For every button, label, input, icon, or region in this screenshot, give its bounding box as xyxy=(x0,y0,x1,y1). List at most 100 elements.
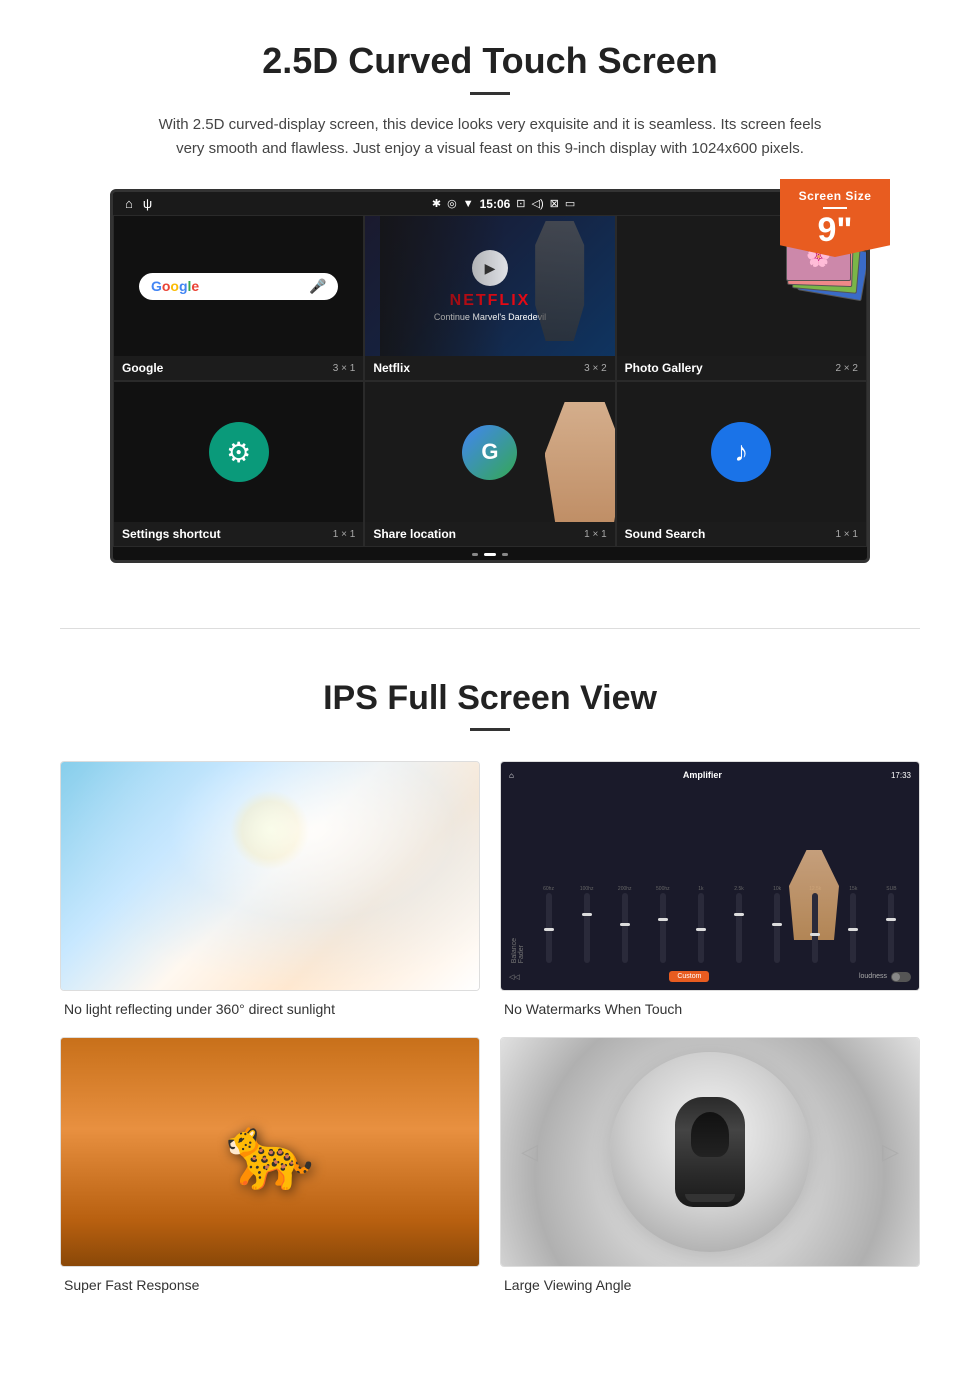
eq-handle-500 xyxy=(658,918,668,921)
title-underline xyxy=(470,92,510,95)
device-mockup: Screen Size 9" ⌂ ψ ✱ ◎ ▼ 15:06 ⊡ ◁) ⊠ xyxy=(110,189,870,563)
settings-app-size: 1 × 1 xyxy=(333,529,356,540)
large-angle-caption: Large Viewing Angle xyxy=(500,1277,920,1293)
sound-app-name: Sound Search xyxy=(625,527,706,541)
eq-freq-label-100: 100hz xyxy=(580,886,594,892)
sound-label-row: Sound Search 1 × 1 xyxy=(617,522,866,546)
eq-slider-2k5: 2.5k xyxy=(721,886,756,963)
section-divider xyxy=(60,628,920,629)
netflix-bg: ▶ NETFLIX Continue Marvel's Daredevil xyxy=(365,216,614,356)
no-light-caption: No light reflecting under 360° direct su… xyxy=(60,1001,480,1017)
eq-track-1k xyxy=(698,893,704,963)
google-search-bar[interactable]: Google 🎤 xyxy=(139,273,338,300)
eq-handle-10k xyxy=(772,923,782,926)
maps-app-name: Share location xyxy=(373,527,456,541)
loudness-label: loudness xyxy=(859,973,887,980)
maps-app-size: 1 × 1 xyxy=(584,529,607,540)
feature-grid: No light reflecting under 360° direct su… xyxy=(60,761,920,1293)
sound-app-size: 1 × 1 xyxy=(835,529,858,540)
eq-slider-1k: 1k xyxy=(683,886,718,963)
balance-label: BalanceFader xyxy=(511,938,525,963)
eq-sliders: 60hz 100hz xyxy=(531,886,909,963)
eq-slider-100hz: 100hz xyxy=(569,886,604,963)
ips-title-underline xyxy=(470,728,510,731)
feature-no-light: No light reflecting under 360° direct su… xyxy=(60,761,480,1017)
daredevil-figure xyxy=(525,221,595,341)
cheetah-emoji: 🐆 xyxy=(225,1110,315,1195)
eq-handle-100 xyxy=(582,913,592,916)
eq-freq-label-200: 200hz xyxy=(618,886,632,892)
car-roof xyxy=(691,1112,729,1157)
google-app-size: 3 × 1 xyxy=(333,363,356,374)
location-icon: ◎ xyxy=(447,197,457,210)
x-icon: ⊠ xyxy=(550,197,559,210)
eq-track-2k5 xyxy=(736,893,742,963)
eq-track-15k xyxy=(850,893,856,963)
eq-slider-sub: SUB xyxy=(874,886,909,963)
eq-slider-10k: 10k xyxy=(760,886,795,963)
car-visual: ◁ ▷ xyxy=(501,1038,919,1266)
eq-track-500 xyxy=(660,893,666,963)
photo-gallery-app-name: Photo Gallery xyxy=(625,361,703,375)
badge-size: 9" xyxy=(788,213,882,247)
usb-icon: ψ xyxy=(143,196,152,211)
eq-handle-sub xyxy=(886,918,896,921)
sound-app-cell[interactable]: ♪ Sound Search 1 × 1 xyxy=(616,381,867,547)
eq-freq-label-1k: 1k xyxy=(698,886,703,892)
photo-gallery-app-size: 2 × 2 xyxy=(835,363,858,374)
amp-bottom: ◁◁ Custom loudness xyxy=(509,971,911,982)
section1-title: 2.5D Curved Touch Screen xyxy=(60,40,920,82)
settings-app-content: ⚙ xyxy=(114,382,363,522)
netflix-label-row: Netflix 3 × 2 xyxy=(365,356,614,380)
eq-slider-60hz: 60hz xyxy=(531,886,566,963)
eq-handle-12k5 xyxy=(810,933,820,936)
sound-app-content: ♪ xyxy=(617,382,866,522)
netflix-silhouette xyxy=(380,216,505,356)
badge-label: Screen Size xyxy=(788,189,882,203)
wifi-icon: ▼ xyxy=(463,198,474,210)
eq-freq-label-2k5: 2.5k xyxy=(734,886,743,892)
photo-gallery-label-row: Photo Gallery 2 × 2 xyxy=(617,356,866,380)
eq-freq-label-60: 60hz xyxy=(543,886,554,892)
dot-3 xyxy=(502,553,508,556)
eq-track-200 xyxy=(622,893,628,963)
maps-app-cell[interactable]: G Share location 1 × 1 xyxy=(364,381,615,547)
settings-app-cell[interactable]: ⚙ Settings shortcut 1 × 1 xyxy=(113,381,364,547)
eq-slider-15k: 15k xyxy=(836,886,871,963)
car-trunk xyxy=(685,1194,735,1202)
ips-section: IPS Full Screen View No light reflecting… xyxy=(0,659,980,1333)
eq-handle-1k xyxy=(696,928,706,931)
status-center: ✱ ◎ ▼ 15:06 ⊡ ◁) ⊠ ▭ xyxy=(432,197,575,211)
camera-icon: ⊡ xyxy=(516,197,525,210)
curved-section: 2.5D Curved Touch Screen With 2.5D curve… xyxy=(0,0,980,598)
amplifier-visual: ⌂ Amplifier 17:33 BalanceFader 60hz xyxy=(501,762,919,990)
mic-icon: 🎤 xyxy=(309,278,326,295)
loudness-toggle[interactable] xyxy=(891,972,911,982)
amp-custom-btn[interactable]: Custom xyxy=(669,971,709,982)
dot-2 xyxy=(484,553,496,556)
fast-response-caption: Super Fast Response xyxy=(60,1277,480,1293)
eq-freq-label-500: 500hz xyxy=(656,886,670,892)
eq-freq-label-10k: 10k xyxy=(773,886,781,892)
angle-arrow-right: ▷ xyxy=(882,1139,899,1165)
no-light-image xyxy=(60,761,480,991)
eq-track-100 xyxy=(584,893,590,963)
badge-dash xyxy=(823,207,847,209)
netflix-app-cell[interactable]: ▶ NETFLIX Continue Marvel's Daredevil Ne… xyxy=(364,215,615,381)
settings-label-row: Settings shortcut 1 × 1 xyxy=(114,522,363,546)
google-app-name: Google xyxy=(122,361,163,375)
volume-icon: ◁) xyxy=(532,197,544,210)
angle-arrow-left: ◁ xyxy=(521,1139,538,1165)
car-image-wrap: ◁ ▷ xyxy=(500,1037,920,1267)
status-bar: ⌂ ψ ✱ ◎ ▼ 15:06 ⊡ ◁) ⊠ ▭ xyxy=(113,192,867,215)
app-grid-row2: ⚙ Settings shortcut 1 × 1 G xyxy=(113,381,867,547)
amp-time: 17:33 xyxy=(891,771,911,780)
eq-track-10k xyxy=(774,893,780,963)
amp-status-bar: ⌂ Amplifier 17:33 xyxy=(509,770,911,780)
sky-visual xyxy=(61,762,479,990)
google-label-row: Google 3 × 1 xyxy=(114,356,363,380)
sound-bg: ♪ xyxy=(617,382,866,522)
amp-title: Amplifier xyxy=(683,770,722,780)
google-app-cell[interactable]: Google 🎤 Google 3 × 1 xyxy=(113,215,364,381)
screen-size-badge: Screen Size 9" xyxy=(780,179,890,257)
